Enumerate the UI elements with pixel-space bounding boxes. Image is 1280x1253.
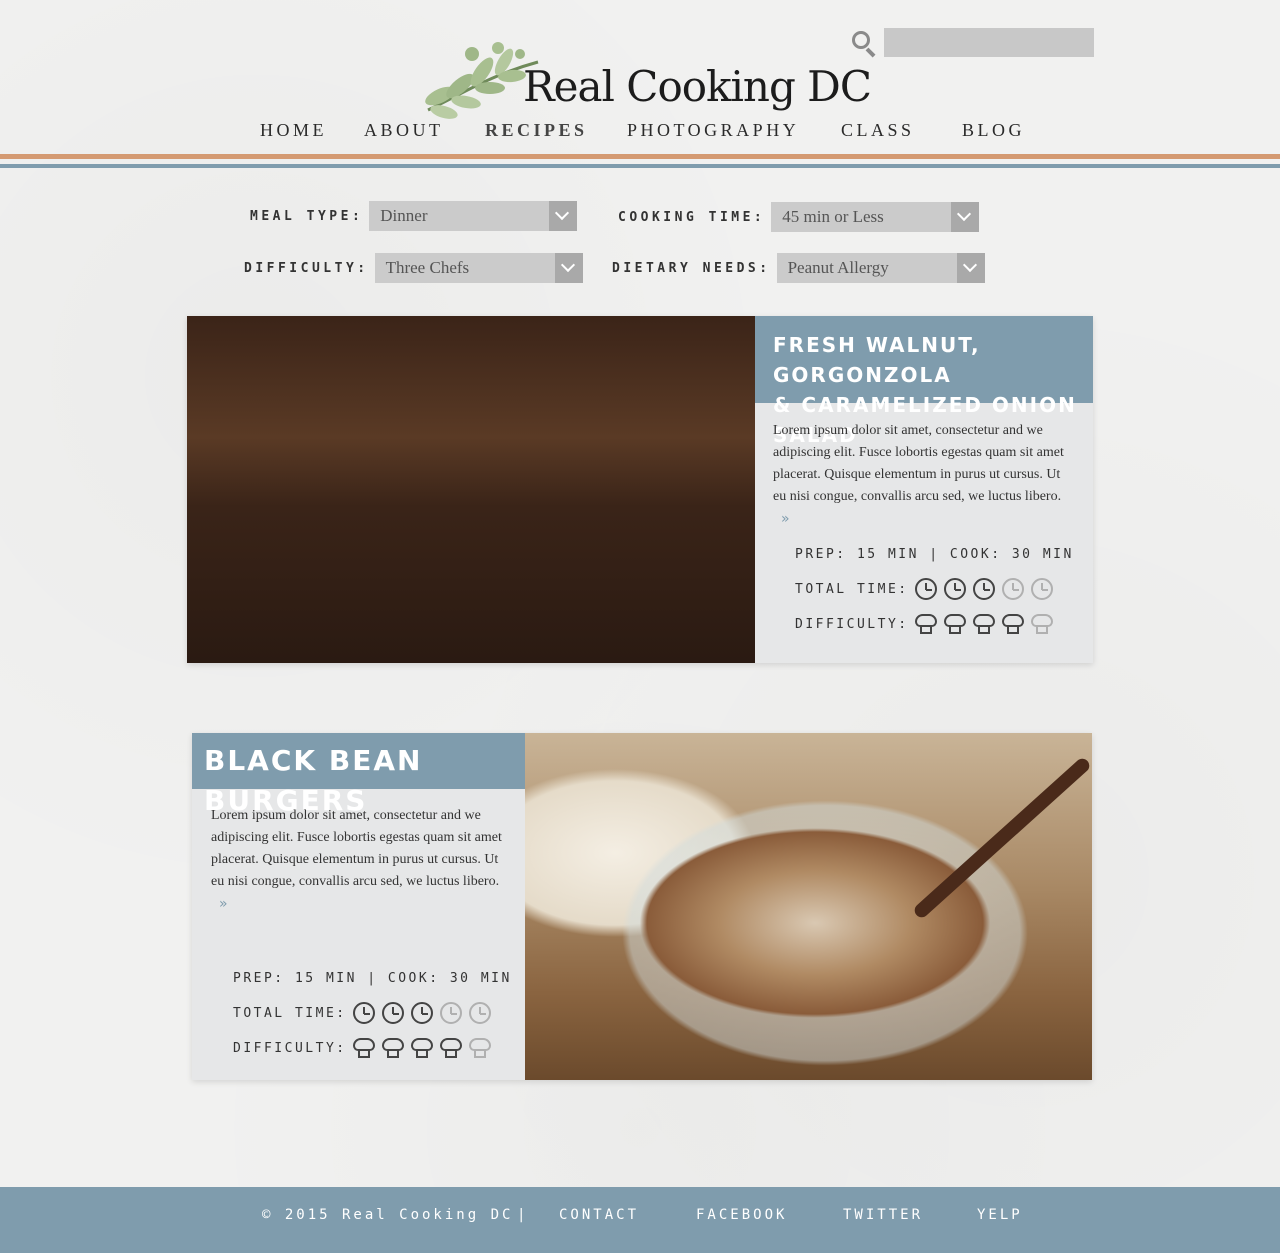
filter-difficulty: DIFFICULTY: Three Chefs bbox=[244, 253, 583, 283]
meal-type-select[interactable]: Dinner bbox=[369, 201, 578, 231]
recipe-card-salad[interactable]: FRESH WALNUT, GORGONZOLA & CARAMELIZED O… bbox=[187, 316, 1093, 663]
difficulty-label: DIFFICULTY: bbox=[795, 616, 909, 632]
dietary-needs-select[interactable]: Peanut Allergy bbox=[776, 253, 985, 283]
clock-icon bbox=[381, 1002, 404, 1024]
nav-item-blog[interactable]: BLOG bbox=[962, 120, 1025, 141]
prep-cook-times: PREP: 15 MIN | COOK: 30 MIN bbox=[795, 547, 1074, 562]
cooking-time-select[interactable]: 45 min or Less bbox=[771, 202, 980, 232]
search-bar bbox=[850, 28, 1094, 57]
total-time-label: TOTAL TIME: bbox=[233, 1005, 347, 1021]
nav-item-home[interactable]: HOME bbox=[260, 120, 327, 141]
clock-icon bbox=[468, 1002, 491, 1024]
recipe-photo[interactable] bbox=[525, 733, 1092, 1080]
prep-cook-times: PREP: 15 MIN | COOK: 30 MIN bbox=[233, 971, 512, 986]
chef-hat-icon bbox=[943, 613, 966, 635]
filter-label: DIFFICULTY: bbox=[244, 260, 369, 276]
footer-link-facebook[interactable]: FACEBOOK bbox=[696, 1207, 787, 1223]
read-more-icon[interactable]: » bbox=[781, 508, 790, 530]
description-text: Lorem ipsum dolor sit amet, consectetur … bbox=[211, 808, 502, 889]
spoon-shape bbox=[911, 755, 1092, 921]
clock-icon bbox=[1001, 578, 1024, 600]
select-value: Peanut Allergy bbox=[787, 258, 889, 277]
filter-dietary-needs: DIETARY NEEDS: Peanut Allergy bbox=[612, 253, 985, 283]
footer-copyright: © 2015 Real Cooking DC bbox=[262, 1207, 514, 1223]
clock-icons bbox=[914, 578, 1053, 600]
chef-hat-icon bbox=[352, 1037, 375, 1059]
select-value: Three Chefs bbox=[385, 258, 470, 277]
nav-item-recipes[interactable]: RECIPES bbox=[485, 120, 588, 141]
chevron-down-icon[interactable] bbox=[554, 253, 583, 283]
clock-icon bbox=[972, 578, 995, 600]
difficulty-select[interactable]: Three Chefs bbox=[374, 253, 583, 283]
recipe-info-panel: FRESH WALNUT, GORGONZOLA & CARAMELIZED O… bbox=[755, 316, 1093, 663]
footer-separator: | bbox=[517, 1207, 529, 1223]
recipe-info-panel: BLACK BEAN BURGERS Lorem ipsum dolor sit… bbox=[192, 733, 525, 1080]
chef-hat-icon bbox=[439, 1037, 462, 1059]
recipe-photo[interactable] bbox=[187, 316, 755, 663]
select-value: Dinner bbox=[380, 206, 428, 225]
chef-hat-icon bbox=[381, 1037, 404, 1059]
recipe-title[interactable]: BLACK BEAN BURGERS bbox=[192, 733, 525, 817]
recipe-title-line: FRESH WALNUT, GORGONZOLA bbox=[773, 333, 981, 387]
recipe-title[interactable]: FRESH WALNUT, GORGONZOLA & CARAMELIZED O… bbox=[755, 316, 1093, 447]
clock-icon bbox=[439, 1002, 462, 1024]
clock-icon bbox=[943, 578, 966, 600]
header-divider-blue bbox=[0, 164, 1280, 168]
nav-item-class[interactable]: CLASS bbox=[841, 120, 915, 141]
total-time-label: TOTAL TIME: bbox=[795, 581, 909, 597]
select-value: 45 min or Less bbox=[782, 207, 884, 226]
recipe-description: Lorem ipsum dolor sit amet, consectetur … bbox=[211, 805, 511, 916]
filter-label: COOKING TIME: bbox=[618, 209, 766, 225]
difficulty-rating: DIFFICULTY: bbox=[233, 1037, 491, 1059]
difficulty-label: DIFFICULTY: bbox=[233, 1040, 347, 1056]
clock-icon bbox=[914, 578, 937, 600]
chevron-down-icon[interactable] bbox=[549, 201, 578, 231]
site-logo[interactable]: Real Cooking DC bbox=[420, 36, 872, 126]
chef-hat-icon bbox=[914, 613, 937, 635]
filter-label: DIETARY NEEDS: bbox=[612, 260, 771, 276]
recipe-card-burgers[interactable]: BLACK BEAN BURGERS Lorem ipsum dolor sit… bbox=[192, 733, 1092, 1080]
clock-icons bbox=[352, 1002, 491, 1024]
chef-hat-icons bbox=[352, 1037, 491, 1059]
chef-hat-icon bbox=[410, 1037, 433, 1059]
main-nav: HOME ABOUT RECIPES PHOTOGRAPHY CLASS BLO… bbox=[0, 120, 1280, 144]
filter-meal-type: MEAL TYPE: Dinner bbox=[250, 201, 578, 231]
chef-hat-icon bbox=[972, 613, 995, 635]
clock-icon bbox=[352, 1002, 375, 1024]
nav-item-photography[interactable]: PHOTOGRAPHY bbox=[627, 120, 799, 141]
footer-link-yelp[interactable]: YELP bbox=[977, 1207, 1023, 1223]
filter-cooking-time: COOKING TIME: 45 min or Less bbox=[618, 202, 980, 232]
read-more-icon[interactable]: » bbox=[219, 893, 228, 915]
recipe-description: Lorem ipsum dolor sit amet, consectetur … bbox=[773, 420, 1073, 531]
chef-hat-icons bbox=[914, 613, 1053, 635]
footer-link-contact[interactable]: CONTACT bbox=[559, 1207, 639, 1223]
description-text: Lorem ipsum dolor sit amet, consectetur … bbox=[773, 423, 1064, 504]
clock-icon bbox=[410, 1002, 433, 1024]
chef-hat-icon bbox=[468, 1037, 491, 1059]
difficulty-rating: DIFFICULTY: bbox=[795, 613, 1053, 635]
clock-icon bbox=[1030, 578, 1053, 600]
chevron-down-icon[interactable] bbox=[956, 253, 985, 283]
chef-hat-icon bbox=[1030, 613, 1053, 635]
chevron-down-icon[interactable] bbox=[951, 202, 980, 232]
search-input[interactable] bbox=[884, 28, 1094, 57]
logo-text: Real Cooking DC bbox=[523, 62, 872, 111]
olive-branch-icon bbox=[425, 42, 539, 119]
footer-link-twitter[interactable]: TWITTER bbox=[843, 1207, 923, 1223]
nav-item-about[interactable]: ABOUT bbox=[364, 120, 444, 141]
chef-hat-icon bbox=[1001, 613, 1024, 635]
header-divider-orange bbox=[0, 154, 1280, 159]
total-time-rating: TOTAL TIME: bbox=[233, 1002, 491, 1024]
total-time-rating: TOTAL TIME: bbox=[795, 578, 1053, 600]
site-footer: © 2015 Real Cooking DC | CONTACT FACEBOO… bbox=[0, 1187, 1280, 1253]
filter-label: MEAL TYPE: bbox=[250, 208, 364, 224]
